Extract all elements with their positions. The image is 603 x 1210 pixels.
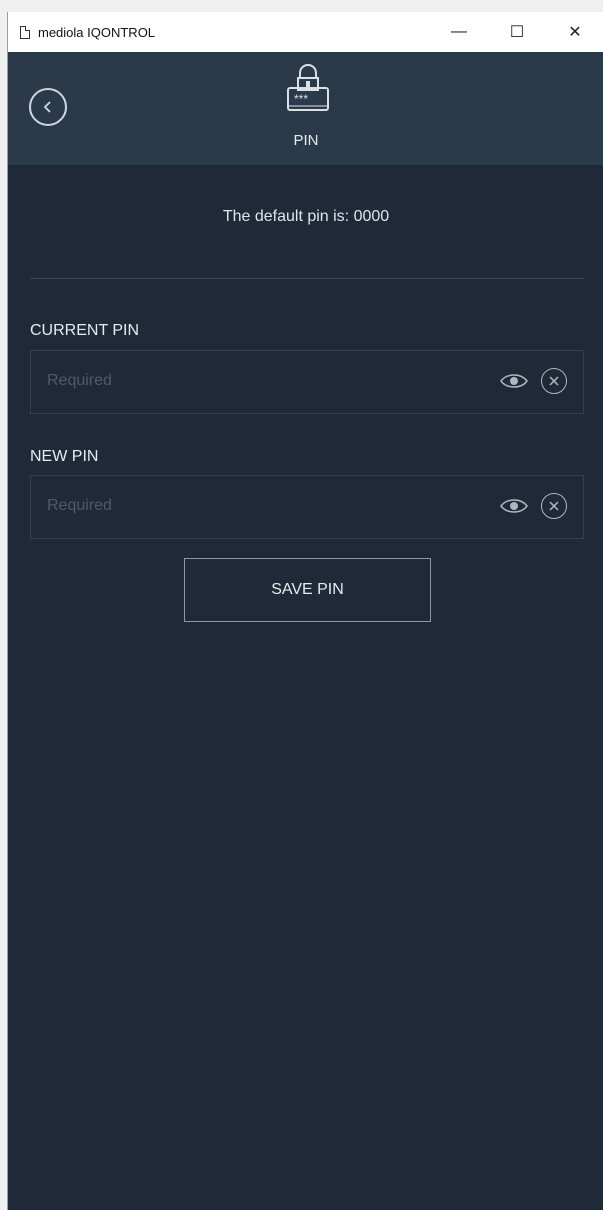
back-button[interactable]: [29, 88, 67, 126]
window-title: mediola IQONTROL: [38, 24, 156, 40]
new-pin-label: NEW PIN: [30, 448, 99, 465]
chevron-left-icon: [43, 101, 51, 113]
clear-icon[interactable]: [541, 493, 567, 519]
new-pin-field[interactable]: Required: [30, 475, 584, 539]
eye-icon[interactable]: [499, 370, 529, 392]
eye-icon[interactable]: [499, 495, 529, 517]
current-pin-label: CURRENT PIN: [30, 322, 140, 339]
app-window: mediola IQONTROL — ☐ ✕ *** PIN The defau…: [7, 12, 603, 1210]
save-pin-button[interactable]: SAVE PIN: [184, 558, 431, 622]
window-controls: — ☐ ✕: [430, 12, 603, 52]
clear-icon[interactable]: [541, 368, 567, 394]
document-icon: [20, 25, 30, 39]
new-pin-placeholder: Required: [47, 497, 112, 514]
maximize-button[interactable]: ☐: [488, 12, 546, 52]
divider: [30, 278, 584, 279]
minimize-button[interactable]: —: [430, 12, 488, 52]
pin-settings: The default pin is: 0000 CURRENT PIN Req…: [8, 165, 603, 1210]
default-pin-hint: The default pin is: 0000: [222, 208, 390, 225]
current-pin-placeholder: Required: [47, 372, 112, 389]
app-header: *** PIN: [8, 52, 603, 165]
current-pin-field[interactable]: Required: [30, 350, 584, 414]
svg-text:***: ***: [294, 92, 308, 106]
title-bar: mediola IQONTROL — ☐ ✕: [8, 12, 603, 52]
lock-keypad-icon: ***: [287, 64, 329, 111]
page-title: PIN: [293, 132, 319, 149]
close-button[interactable]: ✕: [546, 12, 603, 52]
